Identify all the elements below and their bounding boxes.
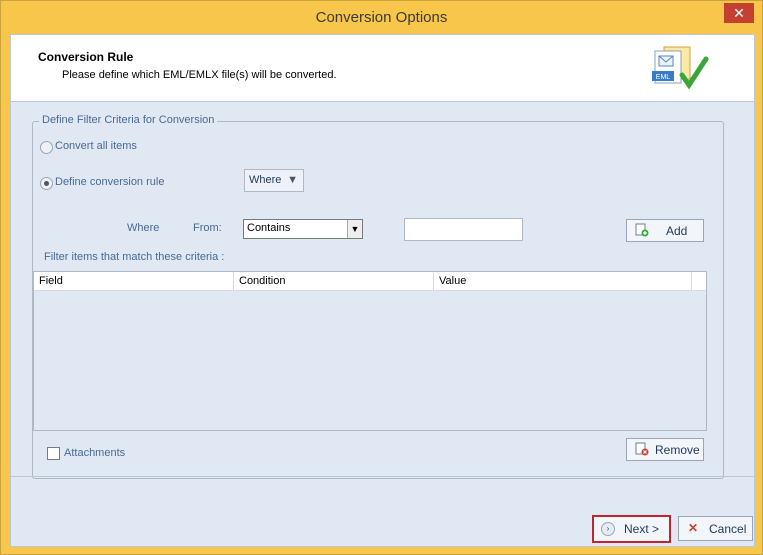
from-label: From: bbox=[193, 222, 222, 234]
remove-label: Remove bbox=[655, 443, 700, 457]
dropdown-arrow-icon: ▼ bbox=[347, 220, 362, 238]
add-button[interactable]: Add bbox=[626, 219, 704, 242]
window-title: Conversion Options bbox=[315, 9, 448, 26]
title-bar[interactable]: Conversion Options ✕ bbox=[1, 1, 762, 34]
header-title: Conversion Rule bbox=[38, 50, 134, 64]
filter-criteria-legend: Define Filter Criteria for Conversion bbox=[39, 114, 218, 126]
column-header-value[interactable]: Value bbox=[434, 272, 692, 290]
filter-value-input[interactable] bbox=[404, 218, 523, 241]
grid-header: Field Condition Value bbox=[34, 272, 706, 291]
remove-icon bbox=[635, 442, 649, 456]
eml-file-check-icon: EML bbox=[652, 46, 709, 90]
logo-label: EML bbox=[656, 74, 671, 81]
match-criteria-label: Filter items that match these criteria : bbox=[44, 251, 225, 263]
condition-value: Contains bbox=[247, 222, 291, 234]
remove-button[interactable]: Remove bbox=[626, 438, 704, 461]
add-icon bbox=[635, 223, 649, 237]
header-subtitle: Please define which EML/EMLX file(s) wil… bbox=[62, 69, 337, 81]
where-dropdown-value: Where bbox=[249, 174, 282, 186]
dialog-body: Conversion Rule Please define which EML/… bbox=[10, 34, 755, 547]
convert-all-label[interactable]: Convert all items bbox=[55, 140, 137, 152]
footer-divider bbox=[11, 476, 754, 477]
where-label: Where bbox=[127, 222, 160, 234]
conversion-options-window: Conversion Options ✕ Conversion Rule Ple… bbox=[0, 0, 763, 555]
criteria-grid[interactable]: Field Condition Value bbox=[33, 271, 707, 431]
chevron-down-icon: ▼ bbox=[287, 174, 298, 186]
attachments-label[interactable]: Attachments bbox=[64, 447, 125, 459]
next-button[interactable]: › Next > bbox=[592, 515, 671, 543]
cancel-x-icon: ✕ bbox=[688, 521, 699, 535]
where-dropdown[interactable]: Where ▼ bbox=[244, 169, 304, 192]
convert-all-radio[interactable] bbox=[40, 141, 53, 154]
define-rule-label[interactable]: Define conversion rule bbox=[55, 176, 164, 188]
condition-select[interactable]: Contains ▼ bbox=[243, 219, 363, 239]
next-arrow-icon: › bbox=[601, 522, 615, 536]
cancel-label: Cancel bbox=[709, 522, 747, 536]
column-header-condition[interactable]: Condition bbox=[234, 272, 434, 290]
next-label: Next > bbox=[624, 522, 660, 536]
add-label: Add bbox=[666, 224, 688, 238]
attachments-checkbox[interactable] bbox=[47, 447, 60, 460]
column-header-field[interactable]: Field bbox=[34, 272, 234, 290]
define-rule-radio[interactable] bbox=[40, 177, 53, 190]
close-icon: ✕ bbox=[733, 5, 745, 21]
close-button[interactable]: ✕ bbox=[724, 3, 754, 23]
header-panel: Conversion Rule Please define which EML/… bbox=[11, 35, 754, 102]
cancel-button[interactable]: ✕ Cancel bbox=[678, 516, 753, 541]
